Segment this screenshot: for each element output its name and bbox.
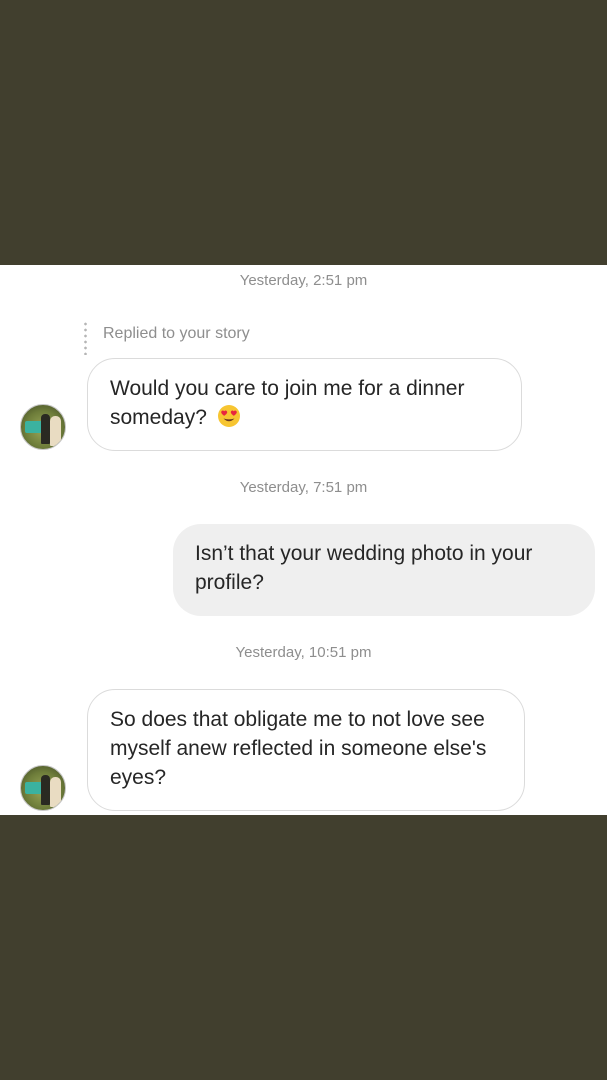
timestamp-2: Yesterday, 7:51 pm: [239, 479, 368, 496]
incoming-message-bubble[interactable]: So does that obligate me to not love see…: [87, 689, 525, 811]
avatar-photo-bride: [50, 416, 61, 446]
top-dark-band: [0, 0, 607, 265]
bottom-dark-band: [0, 815, 607, 1080]
incoming-message-bubble[interactable]: Would you care to join me for a dinner s…: [87, 358, 522, 451]
timestamp-1: Yesterday, 2:51 pm: [239, 272, 368, 289]
story-reply-note: Replied to your story: [84, 318, 250, 355]
avatar-photo-groom: [41, 414, 50, 444]
message-text: Isn’t that your wedding photo in your pr…: [195, 542, 533, 594]
chat-thread[interactable]: Yesterday, 2:51 pm Replied to your story…: [0, 265, 607, 815]
outgoing-message-bubble[interactable]: Isn’t that your wedding photo in your pr…: [173, 524, 595, 616]
sender-avatar[interactable]: [20, 765, 66, 811]
story-reply-label: Replied to your story: [103, 325, 250, 342]
reply-dotted-line: [84, 321, 87, 355]
sender-avatar[interactable]: [20, 404, 66, 450]
timestamp-3: Yesterday, 10:51 pm: [235, 644, 372, 661]
avatar-photo-groom: [41, 775, 50, 805]
heart-eyes-emoji-icon: [217, 405, 240, 427]
message-text: Would you care to join me for a dinner s…: [110, 377, 465, 429]
avatar-photo-bride: [50, 777, 61, 807]
message-text: So does that obligate me to not love see…: [110, 708, 487, 789]
